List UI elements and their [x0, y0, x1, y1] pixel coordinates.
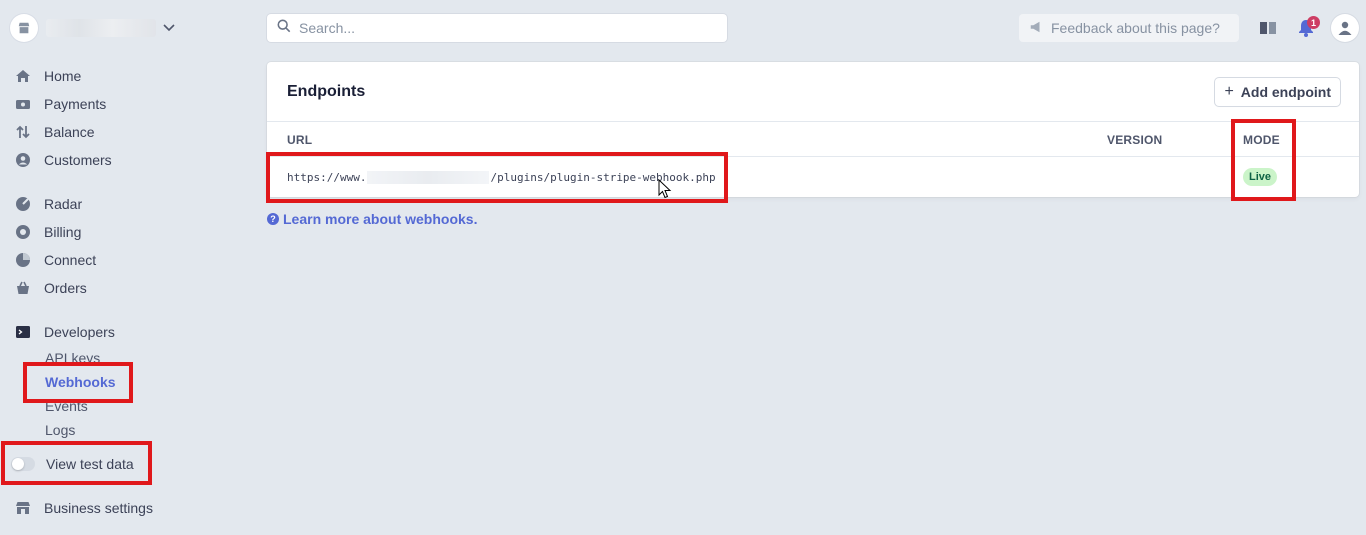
terminal-icon [14, 323, 32, 341]
mode-badge: Live [1243, 168, 1278, 186]
toggle-label: View test data [46, 456, 134, 472]
endpoint-url[interactable]: https://www. /plugins/plugin-stripe-webh… [287, 171, 716, 184]
account-switcher[interactable] [10, 14, 176, 42]
sidebar-item-customers[interactable]: Customers [14, 149, 112, 171]
table-row[interactable]: https://www. /plugins/plugin-stripe-webh… [267, 157, 1359, 197]
feedback-label: Feedback about this page? [1051, 20, 1220, 36]
column-header-mode: MODE [1243, 133, 1280, 147]
radar-icon [14, 195, 32, 213]
notifications-button[interactable]: 1 [1292, 14, 1320, 42]
megaphone-icon [1029, 20, 1043, 37]
sidebar-item-label: Customers [44, 152, 112, 168]
url-suffix: /plugins/plugin-stripe-webhook.php [490, 171, 716, 184]
toggle-switch[interactable] [11, 457, 35, 471]
chevron-down-icon[interactable] [162, 21, 176, 35]
app: Home Payments Balance Customers Radar Bi… [0, 0, 1366, 535]
balance-icon [14, 123, 32, 141]
card-title: Endpoints [287, 83, 366, 100]
search-bar[interactable] [267, 14, 727, 42]
docs-book-icon[interactable] [1254, 14, 1282, 42]
mouse-cursor-icon [658, 179, 672, 199]
learn-more-link[interactable]: ? Learn more about webhooks. [267, 211, 477, 227]
sidebar-subitem-logs[interactable]: Logs [45, 420, 75, 440]
sidebar-item-label: Payments [44, 96, 107, 112]
billing-icon [14, 223, 32, 241]
redacted-domain [367, 171, 490, 184]
sidebar-item-home[interactable]: Home [14, 65, 81, 87]
sidebar-item-connect[interactable]: Connect [14, 249, 96, 271]
account-name-redacted [46, 19, 156, 37]
customers-icon [14, 151, 32, 169]
store-icon [14, 499, 32, 517]
notification-count-badge: 1 [1307, 16, 1320, 29]
sidebar-item-label: Billing [44, 224, 82, 240]
feedback-button[interactable]: Feedback about this page? [1019, 14, 1239, 42]
help-icon: ? [267, 213, 279, 225]
plus-icon: + [1224, 83, 1234, 100]
sidebar-item-business-settings[interactable]: Business settings [14, 497, 153, 519]
column-header-url: URL [287, 133, 313, 147]
sidebar-item-developers[interactable]: Developers [14, 321, 115, 343]
learn-more-label: Learn more about webhooks. [283, 211, 478, 227]
payments-icon [14, 95, 32, 113]
avatar [1331, 14, 1359, 42]
account-menu-button[interactable] [1331, 14, 1359, 42]
search-input[interactable] [299, 20, 699, 36]
sidebar-item-label: Connect [44, 252, 97, 268]
connect-icon [14, 251, 32, 269]
sidebar-item-label: Orders [44, 280, 87, 296]
sidebar-item-label: Balance [44, 124, 95, 140]
sidebar-item-label: Business settings [44, 500, 153, 516]
sidebar-item-balance[interactable]: Balance [14, 121, 95, 143]
add-endpoint-button[interactable]: + Add endpoint [1215, 78, 1340, 106]
sidebar-item-billing[interactable]: Billing [14, 221, 81, 243]
store-icon [10, 14, 38, 42]
sidebar-item-label: Home [44, 68, 82, 84]
sidebar-item-label: Developers [44, 324, 115, 340]
sidebar-subitem-events[interactable]: Events [45, 396, 88, 416]
add-endpoint-label: Add endpoint [1240, 84, 1331, 100]
endpoints-card: Endpoints + Add endpoint URL VERSION MOD… [267, 62, 1359, 197]
table-header: URL VERSION MODE [267, 121, 1359, 157]
sidebar-item-label: Radar [44, 196, 83, 212]
sidebar-item-radar[interactable]: Radar [14, 193, 82, 215]
view-test-data-toggle[interactable]: View test data [11, 453, 134, 475]
sidebar-subitem-webhooks[interactable]: Webhooks [45, 372, 116, 392]
home-icon [14, 67, 32, 85]
sidebar-subitem-api-keys[interactable]: API keys [45, 348, 100, 368]
sidebar: Home Payments Balance Customers Radar Bi… [0, 0, 250, 535]
user-icon [1338, 21, 1352, 35]
orders-icon [14, 279, 32, 297]
search-icon [277, 19, 291, 38]
url-prefix: https://www. [287, 171, 367, 184]
sidebar-item-orders[interactable]: Orders [14, 277, 87, 299]
sidebar-item-payments[interactable]: Payments [14, 93, 106, 115]
column-header-version: VERSION [1107, 133, 1163, 147]
